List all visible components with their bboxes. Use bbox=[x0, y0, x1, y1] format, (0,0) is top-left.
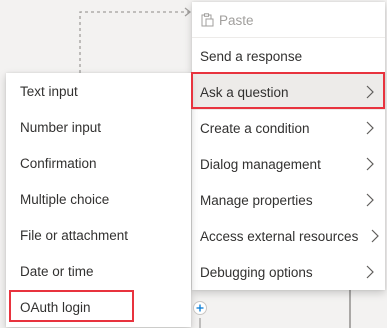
ask-a-question-submenu: Text input Number input Confirmation Mul… bbox=[6, 73, 191, 327]
menu-item-manage-properties[interactable]: Manage properties bbox=[192, 182, 385, 218]
submenu-item-number-input[interactable]: Number input bbox=[6, 109, 191, 145]
submenu-item-confirmation[interactable]: Confirmation bbox=[6, 145, 191, 181]
menu-item-label: Debugging options bbox=[200, 264, 313, 280]
menu-item-label: Manage properties bbox=[200, 192, 313, 208]
menu-item-label: Access external resources bbox=[200, 228, 359, 244]
add-node-button[interactable] bbox=[193, 301, 207, 315]
chevron-right-icon bbox=[366, 193, 374, 207]
context-menu: Paste Send a response Ask a question Cre… bbox=[192, 2, 385, 290]
menu-item-label: Number input bbox=[20, 119, 102, 135]
chevron-right-icon bbox=[366, 121, 374, 135]
chevron-right-icon bbox=[366, 157, 374, 171]
menu-item-ask-a-question[interactable]: Ask a question bbox=[192, 74, 385, 110]
menu-item-label: Confirmation bbox=[20, 155, 97, 171]
menu-item-label: Paste bbox=[219, 12, 254, 28]
menu-item-label: Send a response bbox=[200, 48, 303, 64]
menu-item-label: Text input bbox=[20, 83, 78, 99]
menu-item-label: Date or time bbox=[20, 263, 94, 279]
menu-item-paste[interactable]: Paste bbox=[192, 2, 385, 38]
menu-item-label: OAuth login bbox=[20, 299, 91, 315]
submenu-item-text-input[interactable]: Text input bbox=[6, 73, 191, 109]
chevron-right-icon bbox=[371, 229, 379, 243]
submenu-item-oauth-login[interactable]: OAuth login bbox=[6, 289, 191, 325]
menu-item-label: Ask a question bbox=[200, 84, 289, 100]
chevron-right-icon bbox=[366, 265, 374, 279]
menu-item-create-a-condition[interactable]: Create a condition bbox=[192, 110, 385, 146]
paste-icon bbox=[201, 13, 214, 27]
menu-item-send-a-response[interactable]: Send a response bbox=[192, 38, 385, 74]
menu-item-label: File or attachment bbox=[20, 227, 129, 243]
plus-icon bbox=[196, 304, 204, 312]
menu-item-access-external-resources[interactable]: Access external resources bbox=[192, 218, 385, 254]
submenu-item-date-or-time[interactable]: Date or time bbox=[6, 253, 191, 289]
menu-item-label: Create a condition bbox=[200, 120, 310, 136]
menu-item-label: Dialog management bbox=[200, 156, 321, 172]
chevron-right-icon bbox=[366, 85, 374, 99]
submenu-item-file-or-attachment[interactable]: File or attachment bbox=[6, 217, 191, 253]
menu-item-dialog-management[interactable]: Dialog management bbox=[192, 146, 385, 182]
submenu-item-multiple-choice[interactable]: Multiple choice bbox=[6, 181, 191, 217]
menu-item-debugging-options[interactable]: Debugging options bbox=[192, 254, 385, 290]
menu-item-label: Multiple choice bbox=[20, 191, 110, 207]
